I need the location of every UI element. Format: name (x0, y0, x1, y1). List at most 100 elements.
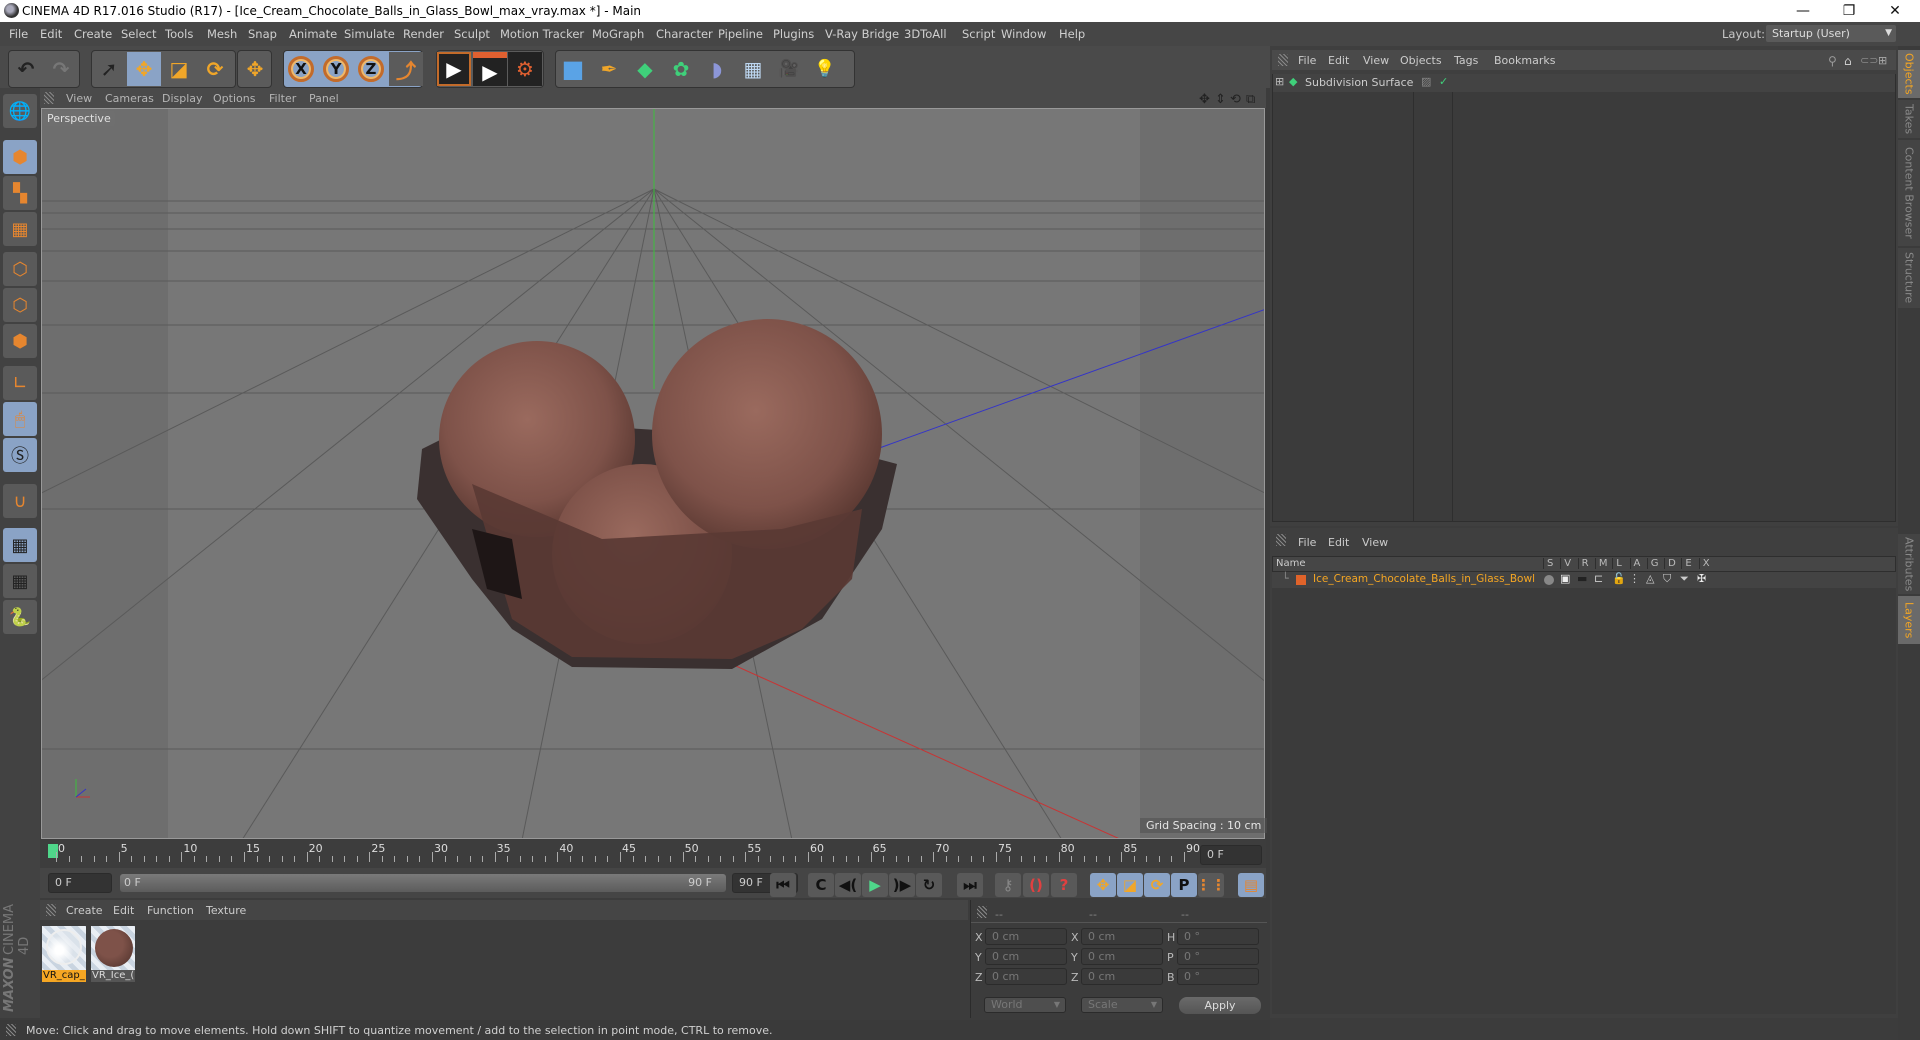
viewport-menu-panel[interactable]: Panel (309, 92, 339, 105)
coord-value-field[interactable]: 0 cm (1081, 968, 1163, 985)
rotate-view-icon[interactable]: ⟲ (1230, 92, 1241, 107)
viewport-menu-filter[interactable]: Filter (269, 92, 296, 105)
model-mode-icon[interactable]: ⬢ (3, 140, 37, 174)
menu-character[interactable]: Character (656, 27, 713, 41)
points-mode-icon[interactable]: ⬡ (3, 252, 37, 286)
close-button[interactable]: ✕ (1872, 0, 1918, 22)
coord-value-field[interactable]: 0 ° (1177, 968, 1259, 985)
coord-value-field[interactable]: 0 cm (1081, 948, 1163, 965)
magnet-icon[interactable]: ∪ (3, 484, 37, 518)
timeline-ruler[interactable]: 0 5 10 15 20 25 30 35 40 45 50 55 60 65 70 75 80 85 90 0 F (40, 840, 1266, 868)
menu-file[interactable]: File (9, 27, 28, 41)
coordinate-mode-dropdown[interactable]: World ▼ (984, 997, 1066, 1013)
tab-content-browser[interactable]: Content Browser (1898, 140, 1920, 246)
material-vr-cap[interactable]: VR_cap_ (42, 926, 86, 982)
coord-value-field[interactable]: 0 cm (985, 948, 1067, 965)
menu-edit[interactable]: Edit (40, 27, 62, 41)
record-active-objects-button[interactable]: ⚷ (995, 873, 1021, 897)
layer-row[interactable]: └ Ice_Cream_Chocolate_Balls_in_Glass_Bow… (1272, 572, 1896, 588)
minimize-button[interactable]: — (1780, 0, 1826, 22)
transform-tool-icon[interactable]: ✥ (238, 52, 272, 86)
layer-column-v[interactable]: V (1560, 558, 1571, 569)
panel-grip[interactable] (977, 906, 987, 918)
layers-menu-edit[interactable]: Edit (1328, 536, 1349, 549)
panel-grip[interactable] (1276, 534, 1286, 546)
redo-icon[interactable]: ↷ (44, 52, 78, 86)
pla-key-button[interactable]: ⋮⋮ (1196, 873, 1226, 897)
menu-motion-tracker[interactable]: Motion Tracker (500, 27, 584, 41)
tab-objects[interactable]: Objects (1898, 50, 1920, 98)
tab-layers[interactable]: Layers (1898, 596, 1920, 644)
layer-column-e[interactable]: E (1681, 558, 1692, 569)
layer-name[interactable]: Ice_Cream_Chocolate_Balls_in_Glass_Bowl (1313, 573, 1535, 585)
viewport-menu-display[interactable]: Display (162, 92, 203, 105)
render-settings-icon[interactable]: ⚙ (508, 52, 542, 86)
python-icon[interactable]: 🐍 (3, 600, 37, 634)
tweak-mode-icon[interactable]: 🖱 (3, 402, 37, 436)
menu-plugins[interactable]: Plugins (773, 27, 814, 41)
menu-3dtoall[interactable]: 3DToAll (904, 27, 947, 41)
next-key-button[interactable]: ↻ (916, 873, 942, 897)
tab-takes[interactable]: Takes (1898, 100, 1920, 138)
menu-mograph[interactable]: MoGraph (592, 27, 644, 41)
menu-animate[interactable]: Animate (289, 27, 337, 41)
layers-menu-file[interactable]: File (1298, 536, 1316, 549)
autokeying-button[interactable]: () (1023, 873, 1049, 897)
cube-object-icon[interactable]: ■ (556, 52, 590, 86)
render-picture-viewer-icon[interactable]: ▶ (473, 52, 507, 86)
apply-button[interactable]: Apply (1179, 997, 1261, 1014)
previous-frame-button[interactable]: ◀( (835, 873, 861, 897)
layer-column-r[interactable]: R (1577, 558, 1589, 569)
home-icon[interactable]: ⌂ (1844, 54, 1852, 68)
material-menu-texture[interactable]: Texture (206, 904, 246, 917)
texture-mode-icon[interactable]: ▚ (3, 176, 37, 210)
editor-visibility-icon[interactable]: ▨ (1421, 75, 1431, 88)
z-axis-lock-icon[interactable]: Z (354, 52, 388, 86)
light-icon[interactable]: 💡 (808, 52, 842, 86)
zoom-view-icon[interactable]: ⇕ (1215, 92, 1226, 107)
viewport-menu-view[interactable]: View (66, 92, 92, 105)
search-icon[interactable]: ⚲ (1828, 54, 1837, 68)
menu-create[interactable]: Create (74, 27, 112, 41)
menu-tools[interactable]: Tools (165, 27, 193, 41)
locked-workplane-icon[interactable]: ▦ (3, 528, 37, 562)
make-editable-icon[interactable]: 🌐 (3, 94, 37, 128)
layer-column-g[interactable]: G (1646, 558, 1659, 569)
pan-view-icon[interactable]: ✥ (1199, 92, 1210, 107)
menu-snap[interactable]: Snap (248, 27, 277, 41)
frame-range-slider[interactable]: 0 F 90 F (120, 874, 726, 892)
viewport-menu-cameras[interactable]: Cameras (105, 92, 154, 105)
snap-icon[interactable]: Ⓢ (3, 438, 37, 472)
tab-structure[interactable]: Structure (1898, 248, 1920, 308)
objects-menu-edit[interactable]: Edit (1328, 54, 1349, 67)
rotate-tool-icon[interactable]: ⟳ (198, 52, 232, 86)
xref-icon[interactable]: ✠ (1697, 572, 1706, 585)
new-panel-icon[interactable]: ⊞ (1878, 54, 1887, 67)
current-frame-field[interactable]: 0 F (1200, 845, 1262, 865)
viewport-menu-options[interactable]: Options (213, 92, 255, 105)
panel-grip[interactable] (44, 92, 54, 104)
coordinate-system-icon[interactable]: ⤴ (389, 52, 423, 86)
parameter-key-button[interactable]: P (1171, 873, 1197, 897)
menu-mesh[interactable]: Mesh (207, 27, 237, 41)
menu-render[interactable]: Render (403, 27, 444, 41)
menu-vray-bridge[interactable]: V-Ray Bridge (825, 27, 899, 41)
objects-menu-file[interactable]: File (1298, 54, 1316, 67)
objects-menu-tags[interactable]: Tags (1454, 54, 1478, 67)
restore-button[interactable]: ❐ (1826, 0, 1872, 22)
coord-value-field[interactable]: 0 cm (985, 968, 1067, 985)
expand-icon[interactable]: ⊞ (1275, 75, 1284, 88)
toggle-view-icon[interactable]: ⧉ (1246, 92, 1255, 107)
visible-editor-icon[interactable]: ▣ (1560, 572, 1570, 585)
layer-column-x[interactable]: X (1698, 558, 1710, 569)
material-menu-create[interactable]: Create (66, 904, 103, 917)
lock-icon[interactable]: 🔓 (1612, 572, 1626, 585)
material-menu-edit[interactable]: Edit (113, 904, 134, 917)
layer-column-m[interactable]: M (1594, 558, 1608, 569)
layer-column-d[interactable]: D (1664, 558, 1676, 569)
timeline-window-button[interactable]: ▤ (1238, 873, 1264, 897)
layer-column-a[interactable]: A (1629, 558, 1640, 569)
play-button[interactable]: ▶ (862, 873, 888, 897)
x-axis-lock-icon[interactable]: X (284, 52, 318, 86)
subdivision-surface-icon[interactable]: ◆ (628, 52, 662, 86)
